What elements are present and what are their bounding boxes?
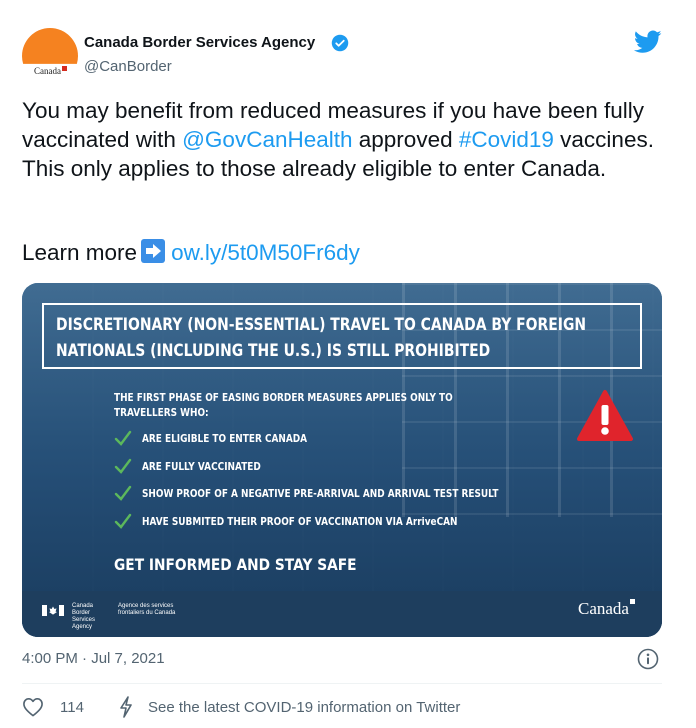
agency-name-fr: Agence des services frontaliers du Canad… (118, 603, 176, 616)
agency-name-en: Canada Border Services Agency (72, 603, 96, 630)
image-closing: GET INFORMED AND STAY SAFE (114, 555, 357, 574)
canada-flag-icon (42, 605, 64, 616)
tweet-image[interactable]: DISCRETIONARY (NON-ESSENTIAL) TRAVEL TO … (22, 283, 662, 637)
account-name[interactable]: Canada Border Services Agency (84, 34, 315, 51)
headline-box: DISCRETIONARY (NON-ESSENTIAL) TRAVEL TO … (42, 303, 642, 369)
twitter-bird-icon[interactable] (634, 30, 662, 54)
heart-icon (23, 698, 43, 717)
tweet-text: You may benefit from reduced measures if… (22, 98, 654, 181)
canada-wordmark: Canada (578, 599, 635, 619)
image-headline: DISCRETIONARY (NON-ESSENTIAL) TRAVEL TO … (56, 315, 587, 361)
info-icon[interactable] (637, 648, 659, 670)
warning-icon (577, 390, 633, 441)
hashtag-link[interactable]: #Covid19 (459, 127, 554, 152)
check-icon (114, 485, 132, 501)
avatar-wordmark: Canada (34, 66, 67, 76)
tweet-timestamp[interactable]: 4:00 PM · Jul 7, 2021 (22, 650, 165, 667)
learn-more-link[interactable]: ow.ly/5t0M50Fr6dy (171, 240, 360, 265)
like-button[interactable]: 114 (22, 695, 84, 719)
covid-info-text: See the latest COVID-19 information on T… (148, 698, 461, 716)
divider (22, 683, 662, 684)
arrow-right-icon (141, 239, 166, 263)
account-handle[interactable]: @CanBorder (84, 58, 172, 75)
check-icon (114, 430, 132, 446)
learn-more-line: Learn more ow.ly/5t0M50Fr6dy (22, 239, 360, 265)
image-intro: THE FIRST PHASE OF EASING BORDER MEASURE… (114, 392, 453, 419)
avatar[interactable]: Canada (22, 28, 78, 78)
covid-info-link[interactable]: See the latest COVID-19 information on T… (118, 695, 460, 719)
tweet: Canada Canada Border Services Agency @Ca… (0, 0, 696, 728)
check-icon (114, 513, 132, 529)
bolt-icon (120, 696, 132, 718)
check-icon (114, 458, 132, 474)
mention-link[interactable]: @GovCanHealth (182, 127, 352, 152)
verified-badge-icon (331, 34, 349, 52)
like-count: 114 (60, 698, 84, 716)
